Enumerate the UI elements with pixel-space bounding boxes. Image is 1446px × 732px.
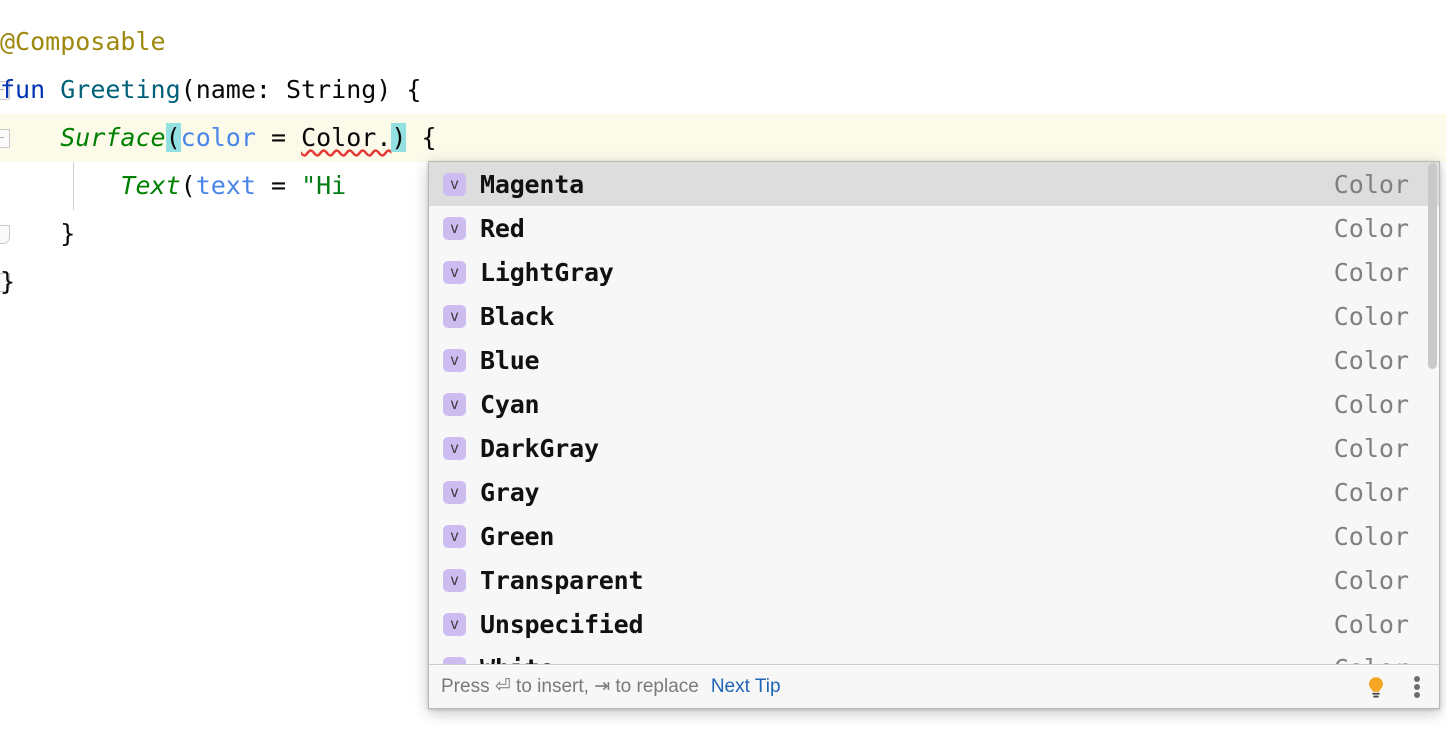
property-value-icon: v [443,217,466,240]
code-line-text: } [0,267,15,296]
completion-item[interactable]: v CyanColor [429,382,1439,426]
property-value-icon: v [443,261,466,284]
completion-item[interactable]: v GreenColor [429,514,1439,558]
code-token: { [406,123,436,152]
property-value-icon: v [443,305,466,328]
completion-item-label: Black [480,302,1334,331]
code-token: color [181,123,256,152]
completion-item-label: DarkGray [480,434,1334,463]
completion-item-label: Unspecified [480,610,1334,639]
property-value-icon: v [443,173,466,196]
code-token: "Hi [301,171,346,200]
code-token: = [256,171,301,200]
completion-item-type: Color [1334,522,1409,551]
completion-item-list[interactable]: vMagentaColorvRedColorvLightGrayColorvBl… [429,162,1439,664]
completion-item-label: White [480,654,1334,665]
completion-item[interactable]: v WhiteColor [429,646,1439,664]
code-token: (name: String) { [181,75,422,104]
completion-item[interactable]: v UnspecifiedColor [429,602,1439,646]
completion-item-label: Cyan [480,390,1334,419]
code-token: fun [0,75,60,104]
property-value-icon: v [443,481,466,504]
completion-status-bar: Press ⏎ to insert, ⇥ to replace Next Tip [429,664,1439,708]
code-token: @Composable [0,27,166,56]
completion-item[interactable]: v MagentaColor [429,162,1439,206]
code-token: Greeting [60,75,180,104]
property-value-icon: v [443,569,466,592]
kebab-dot [1414,676,1420,682]
completion-item-type: Color [1334,170,1409,199]
property-value-icon: v [443,613,466,636]
code-line-text: Text(text = "Hi [0,171,346,200]
completion-item-type: Color [1334,390,1409,419]
completion-item-label: Green [480,522,1334,551]
code-token: ) [391,123,406,152]
completion-item-label: Gray [480,478,1334,507]
completion-hint-text: Press ⏎ to insert, ⇥ to replace [441,675,699,698]
completion-item-type: Color [1334,654,1409,665]
code-token: ( [181,171,196,200]
completion-item-type: Color [1334,434,1409,463]
code-token: Color. [301,123,391,152]
code-line-text: @Composable [0,27,166,56]
code-token [0,123,60,152]
more-options-icon[interactable] [1407,674,1427,700]
popup-scrollbar[interactable] [1426,162,1439,664]
popup-scrollbar-thumb[interactable] [1428,163,1437,369]
code-line-text: fun Greeting(name: String) { [0,75,421,104]
completion-item-type: Color [1334,302,1409,331]
lightbulb-icon[interactable] [1363,674,1389,700]
code-token: text [196,171,256,200]
property-value-icon: v [443,393,466,416]
completion-item[interactable]: v GrayColor [429,470,1439,514]
completion-item[interactable]: v DarkGrayColor [429,426,1439,470]
completion-item-type: Color [1334,214,1409,243]
completion-item-type: Color [1334,258,1409,287]
code-completion-popup[interactable]: vMagentaColorvRedColorvLightGrayColorvBl… [428,161,1440,709]
property-value-icon: v [443,657,466,665]
code-token: Surface [60,123,165,152]
code-token: Text [120,171,180,200]
completion-item-type: Color [1334,610,1409,639]
completion-item-type: Color [1334,346,1409,375]
completion-item-label: Blue [480,346,1334,375]
code-token: ( [166,123,181,152]
completion-item-type: Color [1334,478,1409,507]
property-value-icon: v [443,525,466,548]
completion-item-label: Red [480,214,1334,243]
code-token: } [0,219,75,248]
completion-item[interactable]: v LightGrayColor [429,250,1439,294]
code-token: } [0,267,15,296]
completion-item[interactable]: v BlackColor [429,294,1439,338]
line-surface[interactable]: Surface(color = Color.) { [0,114,1446,162]
kebab-dot [1414,684,1420,690]
completion-item-type: Color [1334,566,1409,595]
completion-item-label: LightGray [480,258,1334,287]
property-value-icon: v [443,437,466,460]
kebab-dot [1414,692,1420,698]
completion-item-label: Transparent [480,566,1334,595]
completion-item-label: Magenta [480,170,1334,199]
completion-item[interactable]: v TransparentColor [429,558,1439,602]
completion-item[interactable]: v RedColor [429,206,1439,250]
completion-item[interactable]: v BlueColor [429,338,1439,382]
code-line-text: } [0,219,75,248]
code-token [0,171,120,200]
line-annotation[interactable]: @Composable [0,18,1446,66]
code-token: = [256,123,301,152]
code-line-text: Surface(color = Color.) { [0,123,437,152]
next-tip-link[interactable]: Next Tip [711,676,781,698]
line-fun-signature[interactable]: fun Greeting(name: String) { [0,66,1446,114]
property-value-icon: v [443,349,466,372]
